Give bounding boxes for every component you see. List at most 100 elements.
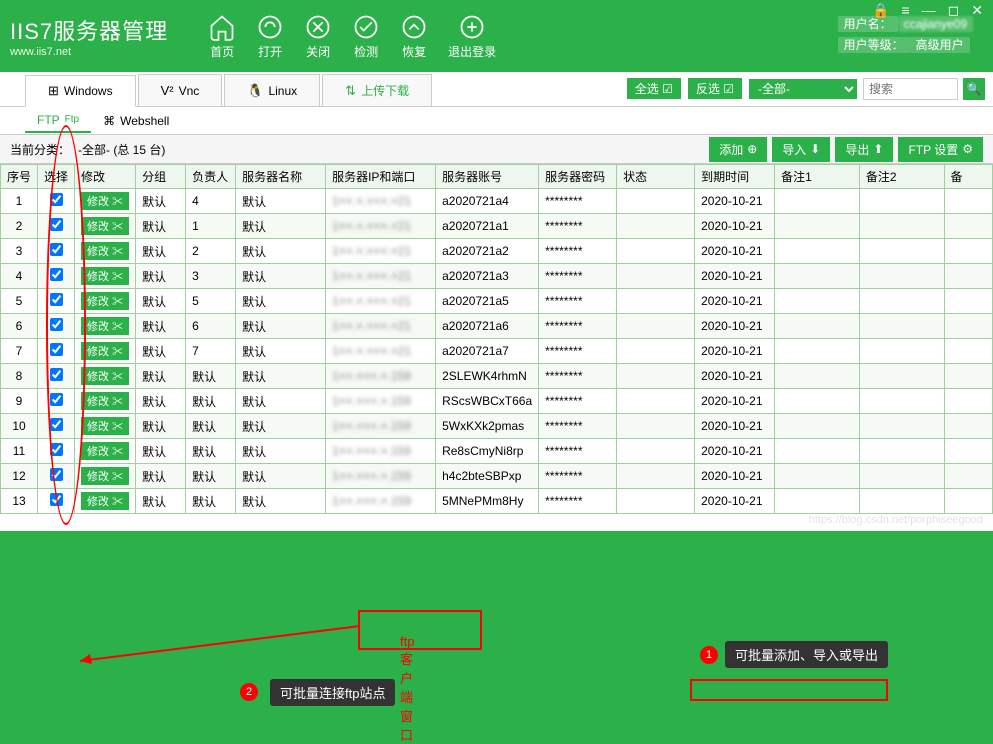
- col-header[interactable]: 服务器IP和端口: [326, 165, 436, 189]
- cell-account: a2020721a5: [436, 289, 539, 314]
- row-checkbox[interactable]: [50, 368, 63, 381]
- cell-name: 默认: [236, 239, 326, 264]
- cell-owner: 默认: [186, 489, 236, 514]
- modify-button[interactable]: 修改 ✂: [81, 317, 129, 335]
- col-header[interactable]: 服务器账号: [436, 165, 539, 189]
- row-checkbox[interactable]: [50, 468, 63, 481]
- table-row[interactable]: 6修改 ✂默认6默认1××.×.×××.×21a2020721a6*******…: [1, 314, 993, 339]
- row-checkbox[interactable]: [50, 293, 63, 306]
- col-header[interactable]: 到期时间: [695, 165, 775, 189]
- row-checkbox[interactable]: [50, 193, 63, 206]
- modify-button[interactable]: 修改 ✂: [81, 367, 129, 385]
- cell-owner: 默认: [186, 464, 236, 489]
- cell-expiry: 2020-10-21: [695, 314, 775, 339]
- table-row[interactable]: 12修改 ✂默认默认默认1××.×××.×.159h4c2bteSBPxp***…: [1, 464, 993, 489]
- col-header[interactable]: 备: [944, 165, 993, 189]
- search-input[interactable]: [863, 78, 958, 100]
- row-checkbox[interactable]: [50, 218, 63, 231]
- row-checkbox[interactable]: [50, 493, 63, 506]
- cell-select: [38, 439, 75, 464]
- col-header[interactable]: 备注2: [859, 165, 944, 189]
- row-checkbox[interactable]: [50, 393, 63, 406]
- cell-name: 默认: [236, 464, 326, 489]
- modify-button[interactable]: 修改 ✂: [81, 192, 129, 210]
- modify-button[interactable]: 修改 ✂: [81, 467, 129, 485]
- cell-note2: [859, 439, 944, 464]
- table-row[interactable]: 8修改 ✂默认默认默认1××.×××.×.1592SLEWK4rhmN*****…: [1, 364, 993, 389]
- col-header[interactable]: 备注1: [775, 165, 860, 189]
- table-row[interactable]: 4修改 ✂默认3默认1××.×.×××.×21a2020721a3*******…: [1, 264, 993, 289]
- modify-button[interactable]: 修改 ✂: [81, 267, 129, 285]
- cell-status: [617, 214, 695, 239]
- invert-select-button[interactable]: 反选 ☑: [687, 77, 743, 100]
- search-button[interactable]: 🔍: [963, 78, 985, 100]
- tab-vnc[interactable]: V²Vnc: [138, 74, 223, 106]
- col-header[interactable]: 服务器密码: [539, 165, 617, 189]
- row-checkbox[interactable]: [50, 318, 63, 331]
- cell-status: [617, 264, 695, 289]
- cell-expiry: 2020-10-21: [695, 289, 775, 314]
- col-header[interactable]: 修改: [75, 165, 136, 189]
- row-checkbox[interactable]: [50, 343, 63, 356]
- nav-toolbar: 首页打开关闭检测恢复退出登录: [208, 13, 496, 60]
- cell-note3: [944, 464, 993, 489]
- select-all-button[interactable]: 全选 ☑: [626, 77, 682, 100]
- cell-expiry: 2020-10-21: [695, 389, 775, 414]
- table-container[interactable]: 序号选择修改分组负责人服务器名称服务器IP和端口服务器账号服务器密码状态到期时间…: [0, 164, 993, 531]
- modify-button[interactable]: 修改 ✂: [81, 242, 129, 260]
- cell-group: 默认: [136, 464, 186, 489]
- table-row[interactable]: 5修改 ✂默认5默认1××.×.×××.×21a2020721a5*******…: [1, 289, 993, 314]
- category-select[interactable]: -全部-: [748, 78, 858, 100]
- modify-button[interactable]: 修改 ✂: [81, 292, 129, 310]
- close-icon[interactable]: ✕: [971, 2, 983, 19]
- modify-button[interactable]: 修改 ✂: [81, 442, 129, 460]
- modify-button[interactable]: 修改 ✂: [81, 217, 129, 235]
- modify-button[interactable]: 修改 ✂: [81, 417, 129, 435]
- nav-x[interactable]: 关闭: [304, 13, 332, 60]
- nav-wrench[interactable]: 恢复: [400, 13, 428, 60]
- table-row[interactable]: 9修改 ✂默认默认默认1××.×××.×.159RScsWBCxT66a****…: [1, 389, 993, 414]
- modify-button[interactable]: 修改 ✂: [81, 492, 129, 510]
- table-row[interactable]: 3修改 ✂默认2默认1××.×.×××.×21a2020721a2*******…: [1, 239, 993, 264]
- table-row[interactable]: 7修改 ✂默认7默认1××.×.×××.×21a2020721a7*******…: [1, 339, 993, 364]
- col-header[interactable]: 分组: [136, 165, 186, 189]
- cell-note3: [944, 389, 993, 414]
- col-header[interactable]: 状态: [617, 165, 695, 189]
- col-header[interactable]: 服务器名称: [236, 165, 326, 189]
- nav-link[interactable]: 打开: [256, 13, 284, 60]
- import-button[interactable]: 导入 ⬇: [772, 137, 830, 162]
- cell-modify: 修改 ✂: [75, 239, 136, 264]
- cell-select: [38, 464, 75, 489]
- user-level-label: 用户等级：: [838, 37, 910, 53]
- table-row[interactable]: 10修改 ✂默认默认默认1××.×××.×.1595WxKXk2pmas****…: [1, 414, 993, 439]
- table-row[interactable]: 11修改 ✂默认默认默认1××.×××.×.159Re8sCmyNi8rp***…: [1, 439, 993, 464]
- table-row[interactable]: 1修改 ✂默认4默认1××.×.×××.×21a2020721a4*******…: [1, 189, 993, 214]
- table-row[interactable]: 13修改 ✂默认默认默认1××.×××.×.1595MNePMm8Hy*****…: [1, 489, 993, 514]
- nav-home[interactable]: 首页: [208, 13, 236, 60]
- row-checkbox[interactable]: [50, 443, 63, 456]
- table-row[interactable]: 2修改 ✂默认1默认1××.×.×××.×21a2020721a1*******…: [1, 214, 993, 239]
- row-checkbox[interactable]: [50, 418, 63, 431]
- add-button[interactable]: 添加 ⊕: [709, 137, 767, 162]
- nav-check[interactable]: 检测: [352, 13, 380, 60]
- tab-上传下载[interactable]: ⇅上传下载: [322, 74, 432, 106]
- tab-ftp[interactable]: FTP Ftp: [25, 109, 91, 133]
- col-header[interactable]: 负责人: [186, 165, 236, 189]
- cell-note1: [775, 414, 860, 439]
- cell-note3: [944, 364, 993, 389]
- col-header[interactable]: 选择: [38, 165, 75, 189]
- modify-button[interactable]: 修改 ✂: [81, 342, 129, 360]
- nav-logout[interactable]: 退出登录: [448, 13, 496, 60]
- cell-owner: 默认: [186, 414, 236, 439]
- cell-account: RScsWBCxT66a: [436, 389, 539, 414]
- tab-windows[interactable]: ⊞Windows: [25, 75, 136, 107]
- export-button[interactable]: 导出 ⬆: [835, 137, 893, 162]
- row-checkbox[interactable]: [50, 268, 63, 281]
- col-header[interactable]: 序号: [1, 165, 38, 189]
- tab-webshell[interactable]: ⌘ Webshell: [91, 110, 181, 132]
- ftp-settings-button[interactable]: FTP 设置 ⚙: [898, 137, 983, 162]
- cell-index: 10: [1, 414, 38, 439]
- row-checkbox[interactable]: [50, 243, 63, 256]
- tab-linux[interactable]: 🐧Linux: [224, 74, 320, 106]
- modify-button[interactable]: 修改 ✂: [81, 392, 129, 410]
